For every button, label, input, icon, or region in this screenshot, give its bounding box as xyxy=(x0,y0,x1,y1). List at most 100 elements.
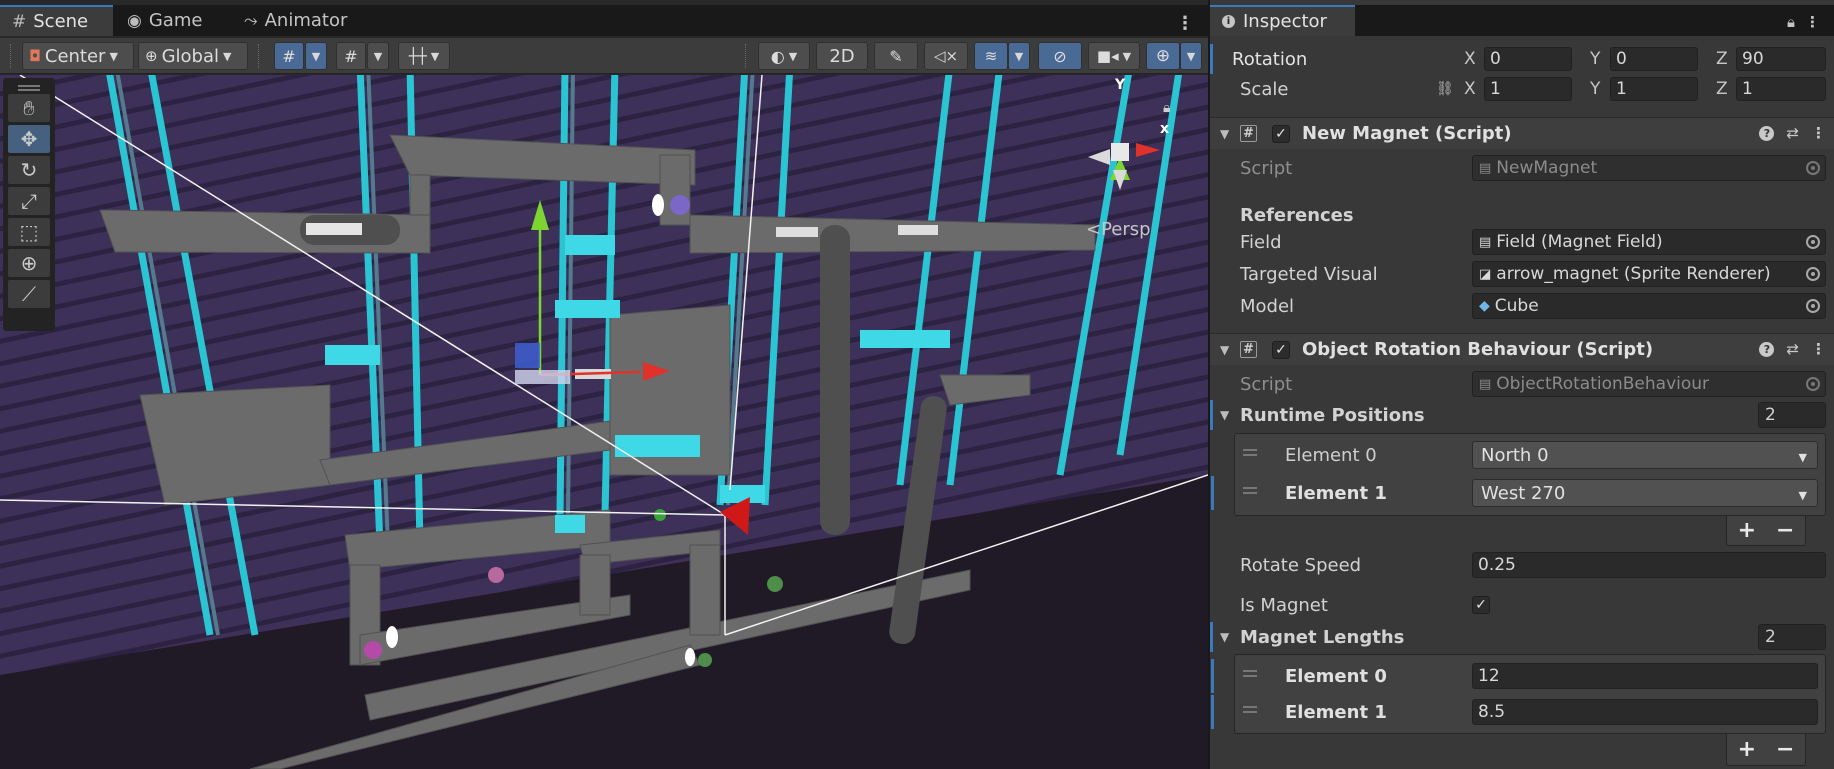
gizmos-dropdown[interactable]: ▼ xyxy=(1180,42,1202,70)
rect-tool[interactable]: ⬚ xyxy=(8,218,50,246)
scale-x-axis[interactable]: X xyxy=(1464,79,1476,99)
more-menu-icon[interactable]: ⋮ xyxy=(1805,13,1820,31)
runtime-positions-row[interactable]: ▼ Runtime Positions 2 xyxy=(1210,400,1834,430)
scene-viewport[interactable]: Y x xyxy=(0,75,1208,769)
object-picker-icon xyxy=(1806,161,1820,175)
hand-tool[interactable]: ✋︎ xyxy=(8,94,50,122)
custom-tool[interactable]: ⟋ xyxy=(8,280,50,308)
foldout-arrow-icon[interactable]: ▼ xyxy=(1220,127,1229,141)
remove-element-button[interactable]: − xyxy=(1776,518,1794,543)
field-value: Field (Magnet Field) xyxy=(1496,232,1663,252)
view-mode-label[interactable]: <Persp xyxy=(1086,219,1151,240)
pivot-mode-dropdown[interactable]: ◘ Center ▼ xyxy=(22,42,134,70)
scale-x-field[interactable]: 1 xyxy=(1484,77,1572,101)
remove-element-button[interactable]: − xyxy=(1776,737,1794,762)
snap-increment-toggle[interactable]: # xyxy=(336,42,366,70)
object-picker-icon[interactable] xyxy=(1806,235,1820,249)
presets-icon[interactable]: ⇄ xyxy=(1786,340,1799,358)
rotate-tool[interactable]: ↻ xyxy=(8,156,50,184)
gizmos-toggle[interactable]: ⊕ xyxy=(1146,42,1180,70)
rotation-row: Rotation X 0 Y 0 Z 90 xyxy=(1210,44,1834,74)
drag-handle-icon[interactable] xyxy=(1243,670,1257,677)
drag-handle-icon[interactable] xyxy=(1243,449,1257,456)
toolbar-separator xyxy=(745,44,747,68)
tab-scene-label: Scene xyxy=(33,11,89,32)
foldout-arrow-icon[interactable]: ▼ xyxy=(1220,408,1229,422)
tab-scene[interactable]: # Scene xyxy=(0,5,113,36)
draw-mode-dropdown[interactable]: ◐ ▼ xyxy=(758,42,810,70)
rotation-y-field[interactable]: 0 xyxy=(1610,47,1698,71)
scale-z-axis[interactable]: Z xyxy=(1716,79,1728,99)
move-tool[interactable]: ✥ xyxy=(8,125,50,153)
presets-icon[interactable]: ⇄ xyxy=(1786,124,1799,142)
help-icon[interactable]: ? xyxy=(1759,125,1775,141)
runtime-positions-count[interactable]: 2 xyxy=(1758,402,1826,428)
scale-z-field[interactable]: 1 xyxy=(1736,77,1826,101)
pivot-rotation-dropdown[interactable]: ⊕ Global ▼ xyxy=(138,42,248,70)
lock-icon[interactable]: 🔒︎ xyxy=(1787,13,1795,31)
add-element-button[interactable]: + xyxy=(1738,518,1756,543)
new-magnet-enabled-checkbox[interactable]: ✓ xyxy=(1272,125,1290,143)
rotation-x-axis[interactable]: X xyxy=(1464,49,1476,69)
element-label: Element 1 xyxy=(1285,483,1387,504)
rotation-x-field[interactable]: 0 xyxy=(1484,47,1572,71)
object-rotation-enabled-checkbox[interactable]: ✓ xyxy=(1272,341,1290,359)
snap-increment-dropdown[interactable]: ▼ xyxy=(367,42,389,70)
constrain-proportions-icon[interactable]: ⛓︎ xyxy=(1436,81,1454,97)
component-menu-icon[interactable]: ⋮ xyxy=(1811,340,1826,358)
scale-y-field[interactable]: 1 xyxy=(1610,77,1698,101)
rotation-z-axis[interactable]: Z xyxy=(1716,49,1728,69)
magnet-length-0-field[interactable]: 12 xyxy=(1472,663,1818,689)
transform-tool[interactable]: ⊕ xyxy=(8,249,50,277)
targeted-visual-label: Targeted Visual xyxy=(1240,263,1378,285)
help-icon[interactable]: ? xyxy=(1759,341,1775,357)
rect-icon: ⬚ xyxy=(19,220,39,244)
effects-toggle[interactable]: ≋ xyxy=(974,42,1008,70)
magnet-length-1-field[interactable]: 8.5 xyxy=(1472,699,1818,725)
ruler-dropdown[interactable]: ┼┼ ▼ xyxy=(398,42,450,70)
more-menu-icon[interactable]: ⋮ xyxy=(1176,13,1194,34)
field-object-field[interactable]: ▤ Field (Magnet Field) xyxy=(1472,229,1826,255)
tab-animator[interactable]: ⤳ Animator xyxy=(232,5,359,36)
tab-inspector[interactable]: i Inspector xyxy=(1210,5,1355,36)
new-magnet-header[interactable]: ▼ # ✓ New Magnet (Script) ? ⇄ ⋮ xyxy=(1210,117,1834,149)
targeted-visual-field[interactable]: ◪ arrow_magnet (Sprite Renderer) xyxy=(1472,261,1826,287)
runtime-position-1-dropdown[interactable]: West 270 ▼ xyxy=(1472,479,1818,507)
rotate-speed-field[interactable]: 0.25 xyxy=(1472,552,1826,578)
lock-icon[interactable]: 🔒︎ xyxy=(1163,100,1170,116)
scene-toolbar: ◘ Center ▼ ⊕ Global ▼ # ▼ # ▼ ┼┼ ▼ ◐ ▼ 2… xyxy=(0,38,1208,74)
scale-y-axis[interactable]: Y xyxy=(1590,79,1600,99)
runtime-positions-list: Element 0 North 0 ▼ Element 1 West 270 ▼ xyxy=(1211,433,1826,516)
grid-snap-dropdown[interactable]: ▼ xyxy=(305,42,327,70)
object-picker-icon[interactable] xyxy=(1806,267,1820,281)
audio-toggle[interactable]: ◁× xyxy=(924,42,968,70)
hidden-objects-toggle[interactable]: ⊘ xyxy=(1038,42,1082,70)
tab-game[interactable]: ◉ Game xyxy=(115,5,214,36)
scale-tool[interactable]: ⤢ xyxy=(8,187,50,215)
foldout-arrow-icon[interactable]: ▼ xyxy=(1220,343,1229,357)
magnet-lengths-row[interactable]: ▼ Magnet Lengths 2 xyxy=(1210,622,1834,652)
script-file-icon: ▤ xyxy=(1479,160,1492,176)
object-picker-icon[interactable] xyxy=(1806,299,1820,313)
component-menu-icon[interactable]: ⋮ xyxy=(1811,124,1826,142)
drag-handle-icon[interactable] xyxy=(1243,706,1257,713)
grid-snap-toggle[interactable]: # xyxy=(274,42,304,70)
rotation-y-axis[interactable]: Y xyxy=(1590,49,1600,69)
is-magnet-checkbox[interactable]: ✓ xyxy=(1472,596,1490,614)
toggle-2d-button[interactable]: 2D xyxy=(816,42,868,70)
scene-tabbar: # Scene ◉ Game ⤳ Animator ⋮ xyxy=(0,5,1208,36)
camera-dropdown[interactable]: ■◂ ▼ xyxy=(1088,42,1140,70)
runtime-position-0-dropdown[interactable]: North 0 ▼ xyxy=(1472,441,1818,469)
drag-handle-icon[interactable] xyxy=(1243,487,1257,494)
add-element-button[interactable]: + xyxy=(1738,737,1756,762)
rotation-z-field[interactable]: 90 xyxy=(1736,47,1826,71)
foldout-arrow-icon[interactable]: ▼ xyxy=(1220,630,1229,644)
model-field[interactable]: ◆ Cube xyxy=(1472,293,1826,319)
chevron-down-icon: ▼ xyxy=(1186,49,1196,63)
lighting-toggle[interactable]: ✎ xyxy=(874,42,918,70)
effects-icon: ≋ xyxy=(984,47,998,65)
magnet-lengths-count[interactable]: 2 xyxy=(1758,624,1826,650)
palette-grip[interactable] xyxy=(18,85,40,91)
effects-dropdown[interactable]: ▼ xyxy=(1008,42,1030,70)
object-rotation-header[interactable]: ▼ # ✓ Object Rotation Behaviour (Script)… xyxy=(1210,333,1834,365)
